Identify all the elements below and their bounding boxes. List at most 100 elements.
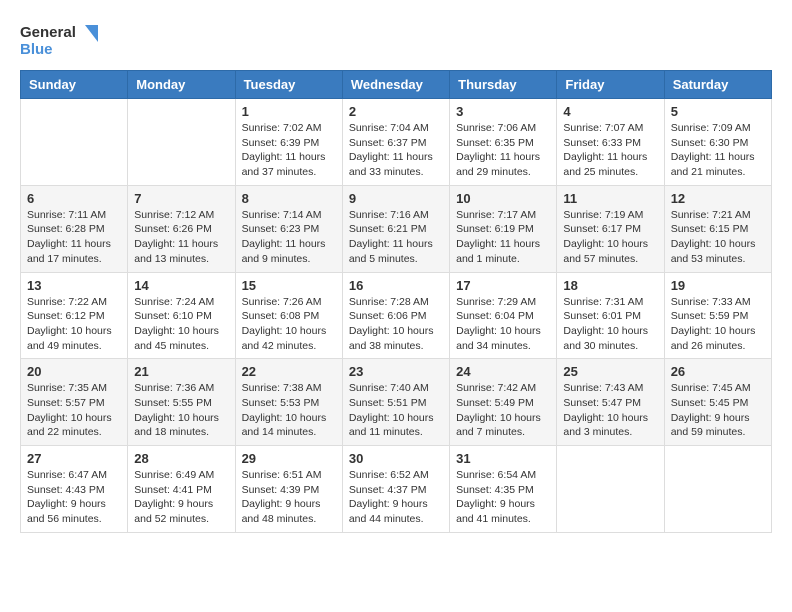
calendar-cell: 26 Sunrise: 7:45 AM Sunset: 5:45 PM Dayli…	[664, 359, 771, 446]
day-number: 24	[456, 364, 550, 379]
calendar-cell: 2Sunrise: 7:04 AM Sunset: 6:37 PM Daylig…	[342, 99, 449, 186]
day-number: 28	[134, 451, 228, 466]
day-info: Sunrise: 7:29 AM Sunset: 6:04 PM Dayligh…	[456, 295, 550, 354]
day-info: Sunrise: 7:11 AM Sunset: 6:28 PM Dayligh…	[27, 208, 121, 267]
day-info: Sunrise: 6:54 AM Sunset: 4:35 PM Dayligh…	[456, 468, 550, 527]
day-header-tuesday: Tuesday	[235, 71, 342, 99]
calendar-cell: 9 Sunrise: 7:16 AM Sunset: 6:21 PM Daylig…	[342, 185, 449, 272]
day-info: Sunrise: 7:26 AM Sunset: 6:08 PM Dayligh…	[242, 295, 336, 354]
calendar: SundayMondayTuesdayWednesdayThursdayFrid…	[20, 70, 772, 533]
day-number: 6	[27, 191, 121, 206]
day-number: 7	[134, 191, 228, 206]
day-number: 10	[456, 191, 550, 206]
svg-text:General: General	[20, 24, 76, 41]
day-info: Sunrise: 6:49 AM Sunset: 4:41 PM Dayligh…	[134, 468, 228, 527]
day-info: Sunrise: 7:31 AM Sunset: 6:01 PM Dayligh…	[563, 295, 657, 354]
day-info: Sunrise: 7:12 AM Sunset: 6:26 PM Dayligh…	[134, 208, 228, 267]
day-info: Sunrise: 7:33 AM Sunset: 5:59 PM Dayligh…	[671, 295, 765, 354]
calendar-cell: 24 Sunrise: 7:42 AM Sunset: 5:49 PM Dayli…	[450, 359, 557, 446]
day-number: 30	[349, 451, 443, 466]
day-number: 29	[242, 451, 336, 466]
day-number: 18	[563, 278, 657, 293]
calendar-cell: 4 Sunrise: 7:07 AM Sunset: 6:33 PM Daylig…	[557, 99, 664, 186]
calendar-cell: 14 Sunrise: 7:24 AM Sunset: 6:10 PM Dayli…	[128, 272, 235, 359]
day-info: Sunrise: 7:21 AM Sunset: 6:15 PM Dayligh…	[671, 208, 765, 267]
calendar-cell: 1 Sunrise: 7:02 AM Sunset: 6:39 PM Daylig…	[235, 99, 342, 186]
day-header-saturday: Saturday	[664, 71, 771, 99]
calendar-cell: 21 Sunrise: 7:36 AM Sunset: 5:55 PM Dayli…	[128, 359, 235, 446]
day-info: Sunrise: 7:38 AM Sunset: 5:53 PM Dayligh…	[242, 381, 336, 440]
calendar-cell: 22 Sunrise: 7:38 AM Sunset: 5:53 PM Dayli…	[235, 359, 342, 446]
calendar-cell: 16 Sunrise: 7:28 AM Sunset: 6:06 PM Dayli…	[342, 272, 449, 359]
calendar-week-row: 6 Sunrise: 7:11 AM Sunset: 6:28 PM Daylig…	[21, 185, 772, 272]
day-info: Sunrise: 7:36 AM Sunset: 5:55 PM Dayligh…	[134, 381, 228, 440]
day-header-thursday: Thursday	[450, 71, 557, 99]
day-info: Sunrise: 7:35 AM Sunset: 5:57 PM Dayligh…	[27, 381, 121, 440]
calendar-cell: 18 Sunrise: 7:31 AM Sunset: 6:01 PM Dayli…	[557, 272, 664, 359]
day-info: Sunrise: 6:51 AM Sunset: 4:39 PM Dayligh…	[242, 468, 336, 527]
calendar-cell: 30 Sunrise: 6:52 AM Sunset: 4:37 PM Dayli…	[342, 446, 449, 533]
day-number: 4	[563, 104, 657, 119]
calendar-week-row: 1 Sunrise: 7:02 AM Sunset: 6:39 PM Daylig…	[21, 99, 772, 186]
calendar-cell	[21, 99, 128, 186]
day-number: 11	[563, 191, 657, 206]
day-number: 19	[671, 278, 765, 293]
calendar-cell: 17 Sunrise: 7:29 AM Sunset: 6:04 PM Dayli…	[450, 272, 557, 359]
calendar-cell	[557, 446, 664, 533]
calendar-cell: 19 Sunrise: 7:33 AM Sunset: 5:59 PM Dayli…	[664, 272, 771, 359]
day-info: Sunrise: 7:07 AM Sunset: 6:33 PM Dayligh…	[563, 121, 657, 180]
day-number: 9	[349, 191, 443, 206]
calendar-cell	[128, 99, 235, 186]
day-info: Sunrise: 7:40 AM Sunset: 5:51 PM Dayligh…	[349, 381, 443, 440]
calendar-cell: 10 Sunrise: 7:17 AM Sunset: 6:19 PM Dayli…	[450, 185, 557, 272]
day-info: Sunrise: 6:47 AM Sunset: 4:43 PM Dayligh…	[27, 468, 121, 527]
day-header-monday: Monday	[128, 71, 235, 99]
header: General Blue	[20, 20, 772, 60]
calendar-cell: 15 Sunrise: 7:26 AM Sunset: 6:08 PM Dayli…	[235, 272, 342, 359]
day-number: 15	[242, 278, 336, 293]
calendar-cell: 7 Sunrise: 7:12 AM Sunset: 6:26 PM Daylig…	[128, 185, 235, 272]
day-info: Sunrise: 7:42 AM Sunset: 5:49 PM Dayligh…	[456, 381, 550, 440]
day-number: 16	[349, 278, 443, 293]
day-number: 17	[456, 278, 550, 293]
day-number: 8	[242, 191, 336, 206]
day-number: 22	[242, 364, 336, 379]
day-number: 12	[671, 191, 765, 206]
day-info: Sunrise: 7:24 AM Sunset: 6:10 PM Dayligh…	[134, 295, 228, 354]
logo: General Blue	[20, 20, 100, 60]
day-info: Sunrise: 7:02 AM Sunset: 6:39 PM Dayligh…	[242, 121, 336, 180]
day-info: Sunrise: 7:17 AM Sunset: 6:19 PM Dayligh…	[456, 208, 550, 267]
day-info: Sunrise: 7:04 AM Sunset: 6:37 PM Dayligh…	[349, 121, 443, 180]
day-info: Sunrise: 7:43 AM Sunset: 5:47 PM Dayligh…	[563, 381, 657, 440]
calendar-cell: 12 Sunrise: 7:21 AM Sunset: 6:15 PM Dayli…	[664, 185, 771, 272]
day-number: 27	[27, 451, 121, 466]
calendar-week-row: 13 Sunrise: 7:22 AM Sunset: 6:12 PM Dayli…	[21, 272, 772, 359]
day-info: Sunrise: 7:22 AM Sunset: 6:12 PM Dayligh…	[27, 295, 121, 354]
day-number: 14	[134, 278, 228, 293]
day-info: Sunrise: 7:06 AM Sunset: 6:35 PM Dayligh…	[456, 121, 550, 180]
day-header-sunday: Sunday	[21, 71, 128, 99]
day-info: Sunrise: 6:52 AM Sunset: 4:37 PM Dayligh…	[349, 468, 443, 527]
calendar-cell: 5 Sunrise: 7:09 AM Sunset: 6:30 PM Daylig…	[664, 99, 771, 186]
day-number: 25	[563, 364, 657, 379]
calendar-cell: 13 Sunrise: 7:22 AM Sunset: 6:12 PM Dayli…	[21, 272, 128, 359]
day-info: Sunrise: 7:45 AM Sunset: 5:45 PM Dayligh…	[671, 381, 765, 440]
calendar-header-row: SundayMondayTuesdayWednesdayThursdayFrid…	[21, 71, 772, 99]
day-number: 20	[27, 364, 121, 379]
day-number: 26	[671, 364, 765, 379]
day-number: 21	[134, 364, 228, 379]
calendar-cell: 8Sunrise: 7:14 AM Sunset: 6:23 PM Daylig…	[235, 185, 342, 272]
calendar-cell: 29 Sunrise: 6:51 AM Sunset: 4:39 PM Dayli…	[235, 446, 342, 533]
day-number: 5	[671, 104, 765, 119]
day-info: Sunrise: 7:16 AM Sunset: 6:21 PM Dayligh…	[349, 208, 443, 267]
day-info: Sunrise: 7:28 AM Sunset: 6:06 PM Dayligh…	[349, 295, 443, 354]
logo-svg: General Blue	[20, 20, 100, 60]
day-info: Sunrise: 7:19 AM Sunset: 6:17 PM Dayligh…	[563, 208, 657, 267]
calendar-cell	[664, 446, 771, 533]
day-number: 13	[27, 278, 121, 293]
day-number: 3	[456, 104, 550, 119]
day-number: 23	[349, 364, 443, 379]
day-number: 1	[242, 104, 336, 119]
day-info: Sunrise: 7:09 AM Sunset: 6:30 PM Dayligh…	[671, 121, 765, 180]
calendar-cell: 27 Sunrise: 6:47 AM Sunset: 4:43 PM Dayli…	[21, 446, 128, 533]
